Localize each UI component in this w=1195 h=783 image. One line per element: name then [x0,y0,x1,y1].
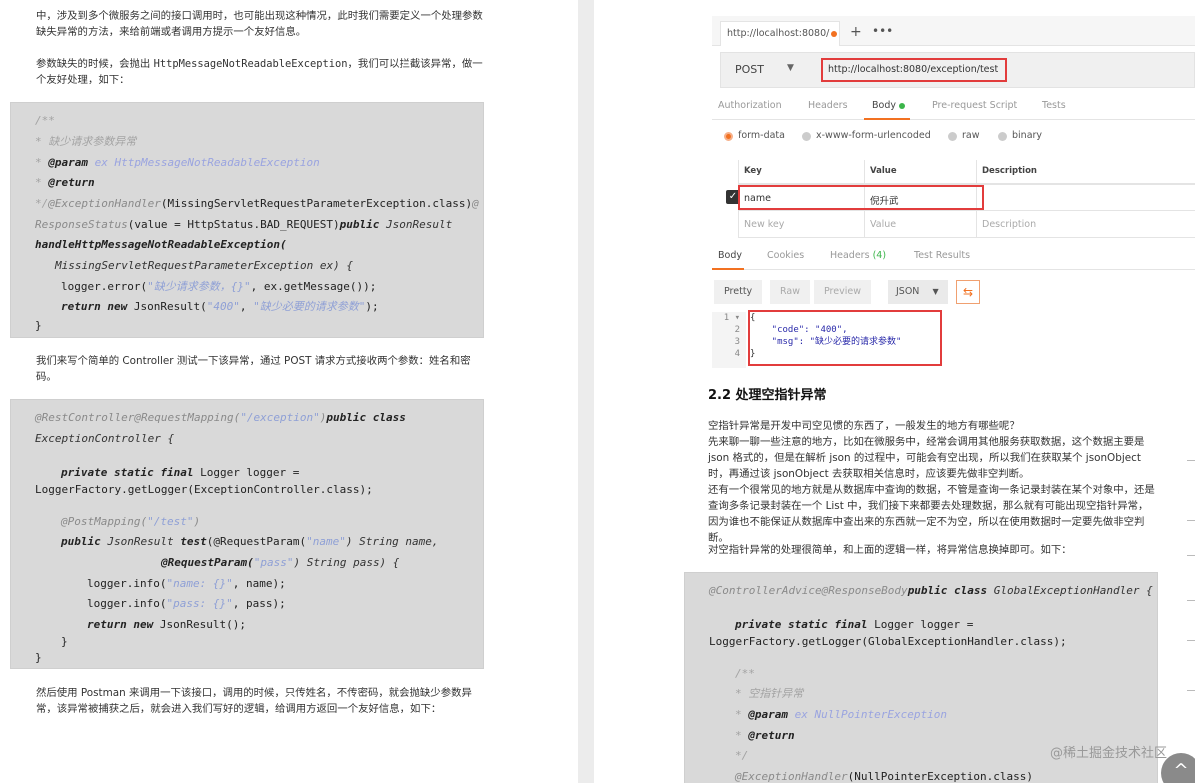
url-input[interactable]: http://localhost:8080/exception/test [821,58,1007,82]
tab-cookies[interactable]: Cookies [767,250,804,261]
format-chevron-down-icon: ▼ [932,287,939,296]
wrap-lines-icon[interactable]: ⇆ [956,280,980,304]
column-description: Description [976,160,1195,184]
raw-button[interactable]: Raw [770,280,810,304]
radio-urlencoded[interactable] [802,132,811,141]
new-description-input[interactable]: Description [976,213,1042,236]
more-icon[interactable]: ••• [872,24,893,38]
request-tabs: Authorization Headers Body Pre-request S… [712,94,1195,120]
response-body: 1 ▾ 2 3 4 { "code": "400", "msg": "缺少必要的… [712,310,1195,368]
params-table: Key Value Description ✓ name 倪升武 New key… [726,160,1195,238]
tab-body[interactable]: Body [872,100,905,111]
new-key-input[interactable]: New key [738,213,790,236]
right-page: http://localhost:8080/ + ••• POST ▼ http… [594,0,1195,783]
radio-binary[interactable] [998,132,1007,141]
left-page: 中，涉及到多个微服务之间的接口调用时，也可能出现这种情况，此时我们需要定义一个处… [0,0,578,783]
label-form-data: form-data [738,130,785,141]
tab-response-body[interactable]: Body [718,250,742,261]
highlight-box [738,185,984,210]
new-value-input[interactable]: Value [864,213,902,236]
left-paragraph-1: 中，涉及到多个微服务之间的接口调用时，也可能出现这种情况，此时我们需要定义一个处… [36,10,483,38]
postman-tabbar: http://localhost:8080/ + ••• [712,16,1195,46]
radio-form-data[interactable] [724,132,733,141]
tab-tests[interactable]: Tests [1042,100,1066,111]
left-paragraph-2: 参数缺失的时候，会抛出 HttpMessageNotReadableExcept… [36,58,483,86]
radio-raw[interactable] [948,132,957,141]
pretty-button[interactable]: Pretty [714,280,763,304]
tab-test-results[interactable]: Test Results [914,250,970,261]
unsaved-dot-icon [831,31,837,37]
new-tab-plus-icon[interactable]: + [850,24,862,40]
tab-pre-request-script[interactable]: Pre-request Script [932,100,1017,111]
right-paragraph-2: 先来聊一聊一些注意的地方，比如在微服务中，经常会调用其他服务获取数据，这个数据主… [708,436,1145,480]
active-tab-underline [864,118,910,120]
response-highlight-box [748,310,942,366]
postman-url-row: POST ▼ http://localhost:8080/exception/t… [720,52,1195,88]
column-value: Value [864,160,976,184]
response-toolbar: Pretty Raw Preview JSON ▼ ⇆ [712,278,1195,306]
right-paragraph-1: 空指针异常是开发中司空见惯的东西了，一般发生的地方有哪些呢？ [708,420,1020,432]
left-paragraph-4: 然后使用 Postman 来调用一下该接口，调用的时候，只传姓名，不传密码，就会… [36,687,472,715]
tab-authorization[interactable]: Authorization [718,100,782,111]
active-response-tab-underline [712,268,744,270]
tab-headers[interactable]: Headers [808,100,848,111]
left-paragraph-3: 我们来写个简单的 Controller 测试一下该异常，通过 POST 请求方式… [36,355,471,383]
right-paragraph-4: 对空指针异常的处理很简单，和上面的逻辑一样，将异常信息换掉即可。如下： [708,544,1072,556]
postman-screenshot: http://localhost:8080/ + ••• POST ▼ http… [712,8,1195,370]
section-heading: 2.2 处理空指针异常 [708,388,827,403]
page-gutter [578,0,594,783]
format-select[interactable]: JSON ▼ [888,280,948,304]
code-block-2: @RestController@RequestMapping("/excepti… [10,399,484,669]
body-type-radios: form-data x-www-form-urlencoded raw bina… [712,128,1195,150]
right-paragraph-3: 还有一个很常见的地方就是从数据库中查询的数据，不管是查询一条记录封装在某个对象中… [708,484,1155,544]
line-numbers: 1 ▾ 2 3 4 [712,312,746,368]
response-tabs: Body Cookies Headers (4) Test Results [712,244,1195,270]
label-urlencoded: x-www-form-urlencoded [816,130,931,141]
method-select[interactable]: POST [735,63,764,76]
body-active-dot-icon [898,102,905,109]
postman-request-tab[interactable]: http://localhost:8080/ [720,21,840,46]
code-block-1: /** * 缺少请求参数异常 * @param ex HttpMessageNo… [10,102,484,338]
watermark: @稀土掘金技术社区 [1049,746,1167,761]
label-binary: binary [1012,130,1043,141]
tab-response-headers[interactable]: Headers (4) [830,250,886,261]
column-key: Key [738,160,864,184]
label-raw: raw [962,130,980,141]
chevron-down-icon[interactable]: ▼ [787,63,794,73]
preview-button[interactable]: Preview [814,280,871,304]
